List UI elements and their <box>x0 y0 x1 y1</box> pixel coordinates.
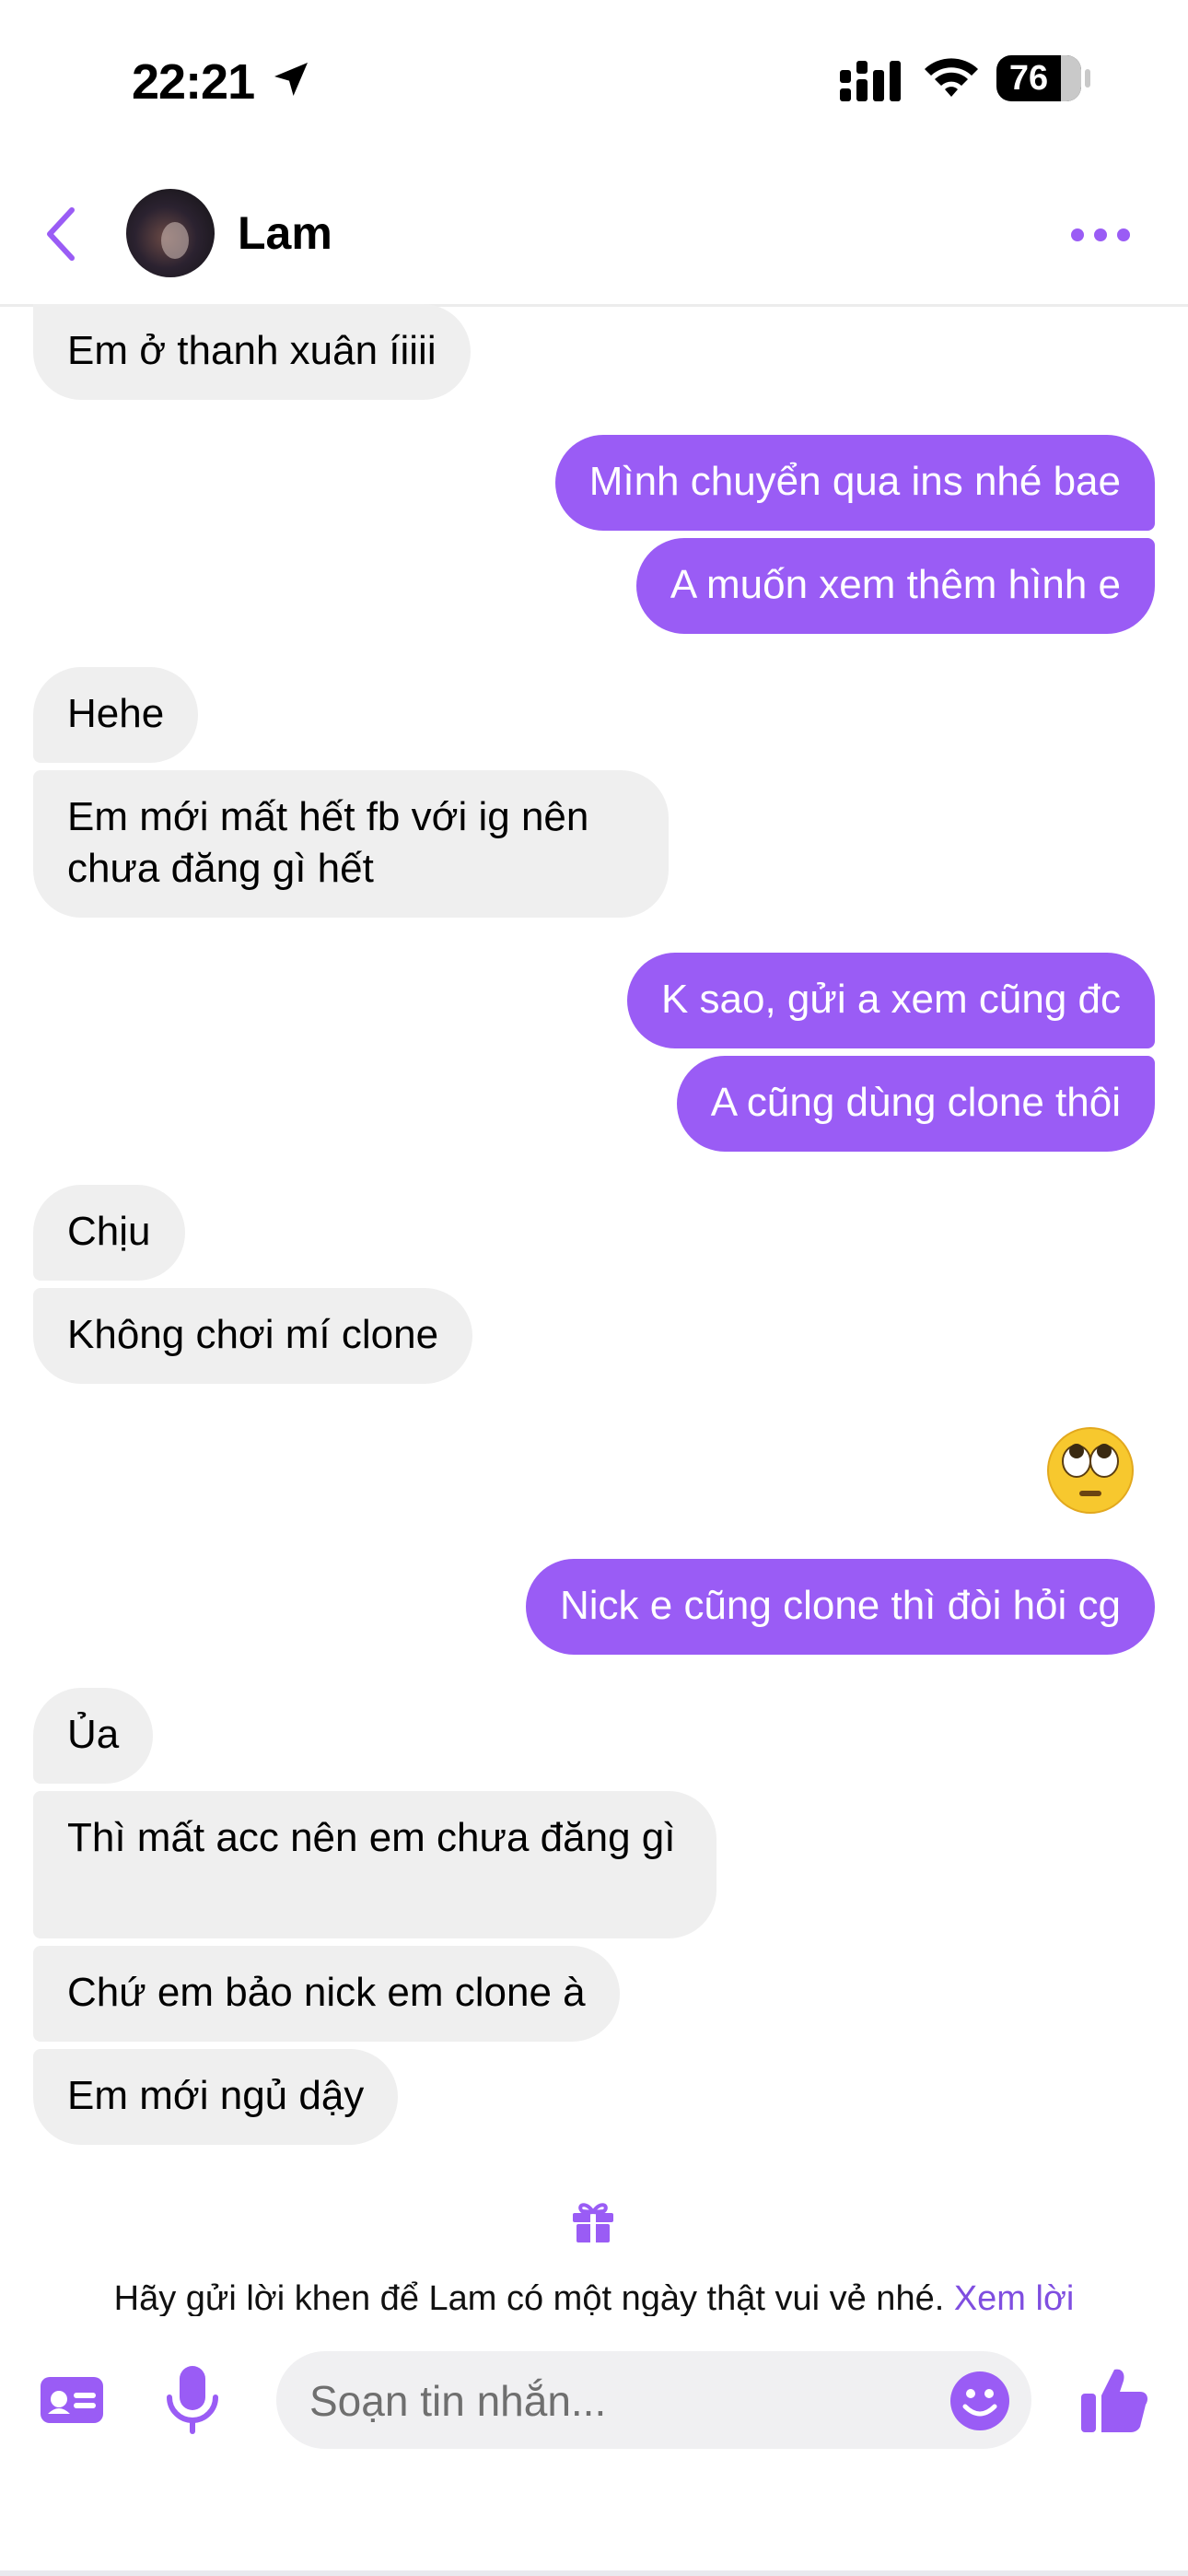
thumbs-up-icon[interactable] <box>1079 2364 1149 2434</box>
compliment-text: Hãy gửi lời khen để Lam có một ngày thật… <box>113 2279 945 2316</box>
incoming-message[interactable]: Chứ em bảo nick em clone à <box>33 1946 620 2042</box>
compliment-prompt: Hãy gửi lời khen để Lam có một ngày thật… <box>0 2279 1188 2316</box>
incoming-message[interactable]: Em ở thanh xuân íiiii <box>33 304 471 400</box>
battery-level: 76 <box>1008 58 1049 98</box>
back-chevron-icon[interactable] <box>42 205 79 263</box>
home-indicator <box>0 2570 1188 2576</box>
outgoing-message[interactable]: A muốn xem thêm hình e <box>635 538 1155 634</box>
view-compliments-link[interactable]: Xem lời <box>954 2279 1075 2316</box>
contact-card-icon[interactable] <box>39 2371 105 2427</box>
incoming-message[interactable]: Ủa <box>33 1688 154 1784</box>
microphone-icon[interactable] <box>164 2364 221 2438</box>
more-options-icon[interactable] <box>1068 221 1133 249</box>
outgoing-message[interactable]: Mình chuyển qua ins nhé bae <box>554 435 1155 531</box>
incoming-message[interactable]: Không chơi mí clone <box>33 1288 473 1384</box>
gift-icon <box>573 2203 613 2242</box>
status-time: 22:21 <box>132 54 255 110</box>
battery-cap <box>1085 69 1090 88</box>
incoming-message[interactable]: Chịu <box>33 1185 185 1281</box>
outgoing-message[interactable]: Nick e cũng clone thì đòi hỏi cg <box>525 1559 1155 1655</box>
outgoing-message[interactable]: K sao, gửi a xem cũng đc <box>626 953 1155 1048</box>
emoji-picker-icon[interactable] <box>949 2370 1011 2432</box>
cellular-signal-icon <box>840 61 901 101</box>
incoming-message[interactable]: Hehe <box>33 667 199 763</box>
incoming-message[interactable]: Em mới ngủ dậy <box>33 2049 399 2145</box>
outgoing-message[interactable]: A cũng dùng clone thôi <box>676 1056 1155 1152</box>
incoming-message[interactable]: Thì mất acc nên em chưa đăng gì <box>33 1791 716 1938</box>
contact-avatar[interactable] <box>126 189 215 277</box>
rolling-eyes-emoji-icon[interactable] <box>1046 1426 1135 1515</box>
battery-indicator: 76 <box>996 55 1081 101</box>
message-input[interactable] <box>308 2351 919 2451</box>
message-composer[interactable] <box>276 2351 1031 2451</box>
location-arrow-icon <box>274 63 308 96</box>
wifi-icon <box>925 58 978 97</box>
contact-name[interactable]: Lam <box>238 206 332 260</box>
incoming-message[interactable]: Em mới mất hết fb với ig nên chưa đăng g… <box>33 770 669 918</box>
